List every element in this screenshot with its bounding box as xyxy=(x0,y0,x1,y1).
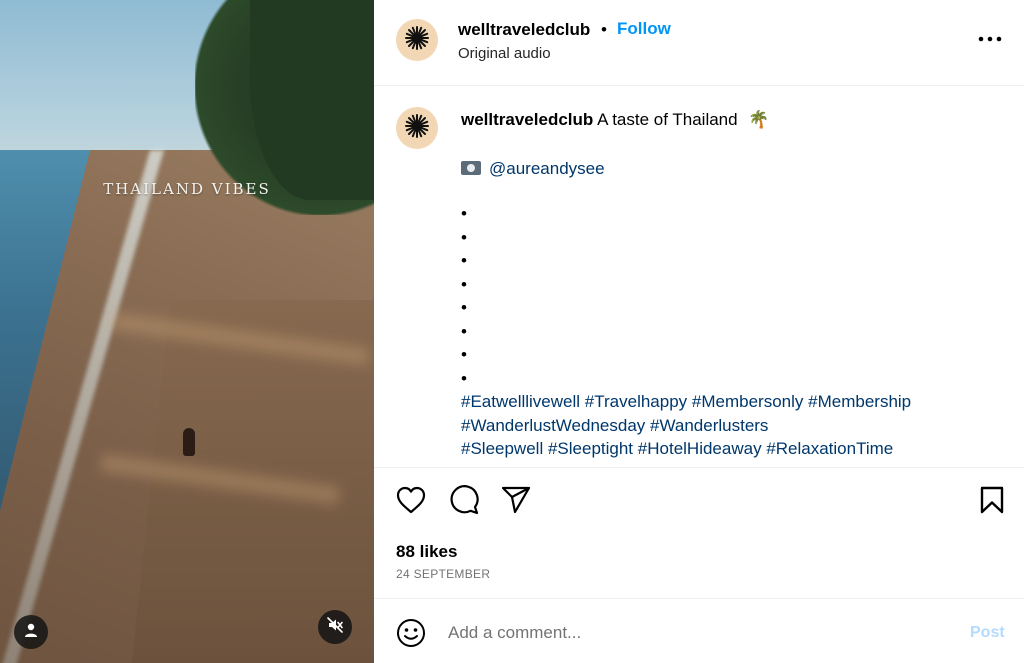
tagged-users-button[interactable] xyxy=(14,615,48,649)
post-header: welltraveledclub • Follow Original audio xyxy=(374,0,1024,86)
bullet-line: • xyxy=(461,204,467,223)
bullet-line: • xyxy=(461,227,467,247)
speaker-muted-icon xyxy=(326,616,344,639)
post-comment-button[interactable]: Post xyxy=(970,624,1005,642)
hashtag-link[interactable]: #Travelhappy xyxy=(585,392,687,411)
bullet-line: • xyxy=(461,274,467,294)
comment-input[interactable] xyxy=(448,619,948,647)
person-icon xyxy=(23,622,39,643)
likes-count[interactable]: 88 likes xyxy=(396,542,457,562)
bullet-line: • xyxy=(461,368,467,388)
comment-icon xyxy=(449,484,479,520)
more-options-button[interactable] xyxy=(976,26,1004,50)
post-video[interactable]: THAILAND VIBES xyxy=(0,0,374,663)
post-caption: welltraveledclub A taste of Thailand 🌴 @… xyxy=(374,86,1024,468)
hashtag-link[interactable]: #Eatwelllivewell xyxy=(461,392,580,411)
bullet-line: • xyxy=(461,298,467,317)
post-date[interactable]: 24 SEPTEMBER xyxy=(396,567,490,581)
hashtag-link[interactable]: #Wanderlusters xyxy=(650,416,768,435)
like-button[interactable] xyxy=(395,486,427,518)
hashtag-link[interactable]: #Membership xyxy=(808,392,911,411)
camera-icon xyxy=(461,161,481,175)
header-separator: • xyxy=(601,20,607,39)
comment-button[interactable] xyxy=(448,484,480,520)
paper-plane-icon xyxy=(501,486,531,519)
post-actions xyxy=(374,468,1024,536)
follow-button[interactable]: Follow xyxy=(617,19,671,39)
comment-bar: Post xyxy=(374,598,1024,663)
hashtag-link[interactable]: #Sleepwell xyxy=(461,439,543,458)
save-button[interactable] xyxy=(976,486,1008,518)
hashtag-link[interactable]: #HotelHideaway xyxy=(638,439,762,458)
bookmark-icon xyxy=(980,486,1004,519)
share-button[interactable] xyxy=(500,486,532,518)
bullet-line: • xyxy=(461,345,467,364)
hashtag-link[interactable]: #RelaxationTime xyxy=(766,439,893,458)
avatar[interactable] xyxy=(396,107,438,149)
sunburst-logo-icon xyxy=(404,25,430,56)
caption-bullets: • • • • • • • • xyxy=(461,202,467,390)
hashtag-link[interactable]: #Membersonly xyxy=(692,392,804,411)
video-person xyxy=(183,428,195,456)
post-side-panel: welltraveledclub • Follow Original audio… xyxy=(374,0,1024,663)
bullet-line: • xyxy=(461,251,467,270)
smiley-icon[interactable] xyxy=(396,618,426,648)
original-audio-link[interactable]: Original audio xyxy=(458,45,551,62)
more-horizontal-icon xyxy=(978,29,1002,47)
caption-credit: @aureandysee xyxy=(461,159,605,179)
caption-first-line: welltraveledclub A taste of Thailand 🌴 xyxy=(461,110,770,130)
hashtag-link[interactable]: #Sleeptight xyxy=(548,439,633,458)
sunburst-logo-icon xyxy=(404,113,430,144)
avatar[interactable] xyxy=(396,19,438,61)
video-overlay-text: THAILAND VIBES xyxy=(103,180,271,198)
header-username[interactable]: welltraveledclub xyxy=(458,20,590,40)
caption-username[interactable]: welltraveledclub xyxy=(461,110,593,129)
mute-button[interactable] xyxy=(318,610,352,644)
caption-hashtags: #Eatwelllivewell #Travelhappy #Memberson… xyxy=(461,390,1001,461)
heart-icon xyxy=(396,486,426,519)
caption-text: A taste of Thailand xyxy=(597,110,738,129)
palm-tree-emoji: 🌴 xyxy=(748,110,770,129)
credit-mention-link[interactable]: @aureandysee xyxy=(489,159,605,178)
bullet-line: • xyxy=(461,321,467,341)
hashtag-link[interactable]: #WanderlustWednesday xyxy=(461,416,645,435)
